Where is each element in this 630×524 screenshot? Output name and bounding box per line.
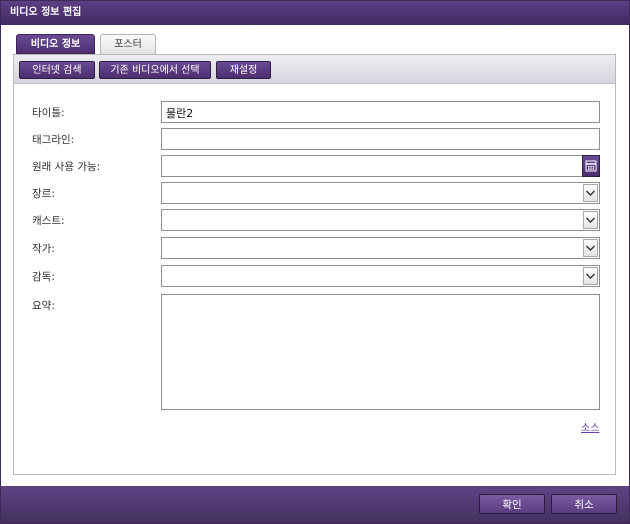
tagline-input[interactable] (161, 128, 600, 150)
cast-dropdown-button[interactable] (583, 211, 598, 229)
title-input[interactable]: 물란2 (161, 101, 600, 123)
title-value: 물란2 (166, 107, 194, 120)
source-link[interactable]: 소스 (581, 419, 599, 434)
director-combobox[interactable] (161, 265, 600, 287)
reset-button[interactable]: 재설정 (216, 61, 271, 79)
writer-combobox[interactable] (161, 237, 600, 259)
calendar-icon (585, 160, 597, 172)
dialog-footer: 확인 취소 (1, 486, 629, 523)
dialog-title: 비디오 정보 편집 (1, 1, 629, 25)
originally-available-label: 원래 사용 가능: (32, 161, 101, 173)
tagline-label: 태그라인: (32, 134, 75, 146)
chevron-down-icon (586, 245, 595, 251)
chevron-down-icon (586, 190, 595, 196)
director-dropdown-button[interactable] (583, 267, 598, 285)
tab-poster[interactable]: 포스터 (100, 34, 156, 54)
genre-combobox[interactable] (161, 182, 600, 204)
edit-video-info-dialog: 비디오 정보 편집 비디오 정보 포스터 인터넷 검색 기존 비디오에서 선택 … (0, 0, 630, 524)
director-label: 감독: (32, 271, 55, 283)
chevron-down-icon (586, 217, 595, 223)
ok-button[interactable]: 확인 (479, 494, 545, 514)
toolbar: 인터넷 검색 기존 비디오에서 선택 재설정 (14, 55, 615, 84)
writer-dropdown-button[interactable] (583, 239, 598, 257)
summary-label: 요약: (32, 300, 55, 312)
cast-label: 캐스트: (32, 215, 65, 227)
select-from-existing-video-button[interactable]: 기존 비디오에서 선택 (99, 61, 211, 79)
video-info-panel: 인터넷 검색 기존 비디오에서 선택 재설정 타이틀: 물란2 태그라인: 원래… (13, 54, 616, 475)
writer-label: 작가: (32, 243, 55, 255)
title-label: 타이틀: (32, 107, 65, 119)
chevron-down-icon (586, 273, 595, 279)
calendar-button[interactable] (582, 155, 600, 177)
cast-combobox[interactable] (161, 209, 600, 231)
tab-video-info[interactable]: 비디오 정보 (16, 34, 95, 54)
cancel-button[interactable]: 취소 (551, 494, 617, 514)
genre-dropdown-button[interactable] (583, 184, 598, 202)
originally-available-input[interactable] (161, 155, 600, 177)
genre-label: 장르: (32, 188, 55, 200)
internet-search-button[interactable]: 인터넷 검색 (19, 61, 95, 79)
summary-textarea[interactable] (161, 294, 600, 410)
